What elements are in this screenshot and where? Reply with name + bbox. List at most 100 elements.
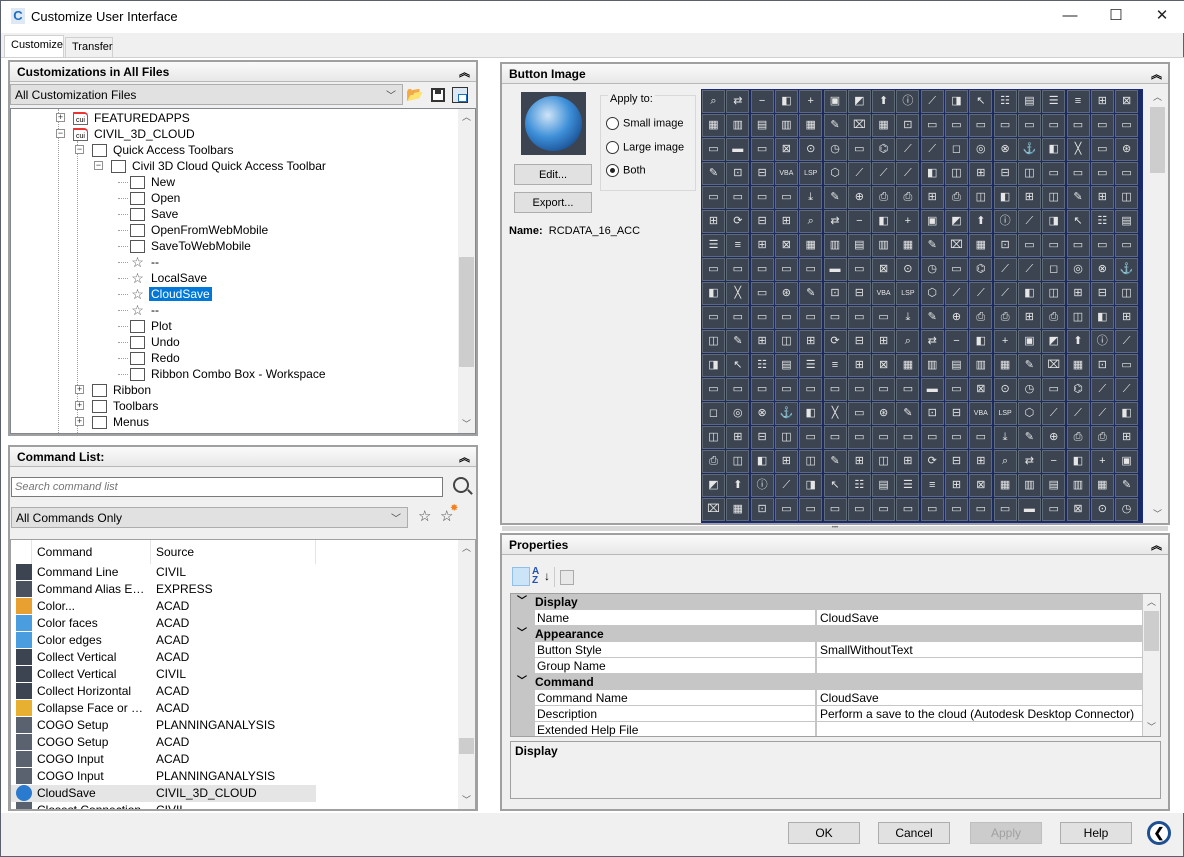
button-image-cell[interactable]: ⇄	[920, 330, 944, 353]
button-image-cell[interactable]: ▥	[872, 234, 896, 257]
button-image-cell[interactable]: ⊡	[1090, 354, 1114, 377]
edit-button[interactable]: Edit...	[514, 164, 592, 185]
collapse-icon[interactable]: ︽	[459, 449, 470, 465]
button-image-cell[interactable]: ▭	[1042, 498, 1066, 521]
button-image-cell[interactable]: ⊡	[920, 402, 944, 425]
button-image-cell[interactable]: ◫	[774, 426, 798, 449]
tree-item[interactable]: Menus	[92, 414, 151, 430]
button-image-cell[interactable]: ⎙	[1042, 306, 1066, 329]
button-image-cell[interactable]: ⊙	[993, 378, 1017, 401]
button-image-cell[interactable]: ◫	[969, 186, 993, 209]
button-image-cell[interactable]: ⊠	[872, 354, 896, 377]
tree-item[interactable]: SaveToWebMobile	[130, 238, 253, 254]
button-image-cell[interactable]: ▥	[726, 114, 750, 137]
property-row[interactable]: Extended Help File	[511, 722, 1142, 736]
button-image-cell[interactable]: ⊗	[993, 138, 1017, 161]
button-image-cell[interactable]: ⟋	[1042, 402, 1066, 425]
button-image-cell[interactable]: ⬡	[1017, 402, 1041, 425]
find-command-icon[interactable]: ☆	[418, 507, 431, 525]
apply-button[interactable]: Apply	[970, 822, 1042, 844]
button-image-cell[interactable]: ▭	[847, 498, 871, 521]
command-row[interactable]: COGO Input PLANNINGANALYSIS	[11, 768, 316, 785]
button-image-cell[interactable]: ◩	[1042, 330, 1066, 353]
button-image-cell[interactable]: ⊞	[774, 210, 798, 233]
button-image-cell[interactable]: ▭	[750, 306, 774, 329]
button-image-cell[interactable]: ⊙	[799, 138, 823, 161]
button-image-cell[interactable]: ▦	[726, 498, 750, 521]
tree-item[interactable]: Quick Access Toolbars	[92, 142, 236, 158]
collapse-icon[interactable]: ︽	[1151, 537, 1162, 553]
button-image-cell[interactable]: ✎	[823, 186, 847, 209]
export-button[interactable]: Export...	[514, 192, 592, 213]
button-image-cell[interactable]: ◧	[872, 210, 896, 233]
button-image-cell[interactable]: ▭	[847, 306, 871, 329]
button-image-cell[interactable]: ◨	[1042, 210, 1066, 233]
button-image-cell[interactable]: ▦	[1066, 354, 1090, 377]
command-filter-dropdown[interactable]: All Commands Only ﹀	[11, 507, 408, 528]
button-image-cell[interactable]: ⟋	[920, 90, 944, 113]
property-category[interactable]: ﹀ Appearance	[511, 626, 1142, 642]
button-image-cell[interactable]: ☰	[896, 474, 920, 497]
property-grid[interactable]: Extended Help File Description Perform a s…	[510, 593, 1161, 737]
button-image-cell[interactable]: ◨	[799, 474, 823, 497]
chevron-down-icon[interactable]: ﹀	[517, 674, 527, 690]
button-image-cell[interactable]: ⟋	[1115, 378, 1139, 401]
tree-item[interactable]: cui FEATUREDAPPS	[73, 110, 192, 126]
tree-item[interactable]: ☆ CloudSave	[130, 286, 212, 302]
button-image-cell[interactable]: ▤	[1115, 210, 1139, 233]
button-image-cell[interactable]: ▭	[993, 114, 1017, 137]
button-image-cell[interactable]: ⊙	[896, 258, 920, 281]
property-row[interactable]: Button Style SmallWithoutText	[511, 642, 1142, 658]
button-image-cell[interactable]: ⊞	[847, 354, 871, 377]
button-image-cell[interactable]: ▭	[1042, 234, 1066, 257]
button-image-cell[interactable]: ▣	[823, 90, 847, 113]
button-image-cell[interactable]: ◫	[702, 426, 725, 449]
button-image-cell[interactable]: ▭	[1017, 234, 1041, 257]
open-file-icon[interactable]: 📂	[406, 86, 424, 103]
button-image-cell[interactable]: ⚓	[1017, 138, 1041, 161]
button-image-cell[interactable]: ☷	[1090, 210, 1114, 233]
button-image-cell[interactable]: ▭	[1090, 162, 1114, 185]
button-image-cell[interactable]: ⊕	[847, 186, 871, 209]
tree-item[interactable]: cui CIVIL_3D_CLOUD	[73, 126, 197, 142]
button-image-cell[interactable]: ⊞	[945, 474, 968, 497]
tree-item[interactable]: Civil 3D Cloud Quick Access Toolbar	[111, 158, 328, 174]
button-image-cell[interactable]: ⊗	[1090, 258, 1114, 281]
button-image-cell[interactable]: ▤	[945, 354, 968, 377]
tree-item[interactable]: Undo	[130, 334, 182, 350]
button-image-cell[interactable]: ◧	[993, 186, 1017, 209]
button-image-cell[interactable]: ⎙	[969, 306, 993, 329]
button-image-cell[interactable]: ⊡	[896, 114, 920, 137]
button-image-cell[interactable]: ⎙	[702, 450, 725, 473]
property-value[interactable]: CloudSave	[817, 610, 1142, 625]
button-image-cell[interactable]: ☷	[750, 354, 774, 377]
button-image-cell[interactable]: ▣	[1017, 330, 1041, 353]
button-image-cell[interactable]: ▭	[945, 498, 968, 521]
button-image-cell[interactable]: ⊗	[750, 402, 774, 425]
button-image-cell[interactable]: ⤓	[896, 306, 920, 329]
button-image-cell[interactable]: ⟋	[969, 282, 993, 305]
command-row[interactable]: Color edges ACAD	[11, 632, 316, 649]
button-image-cell[interactable]: ⊞	[1115, 426, 1139, 449]
button-image-cell[interactable]: ◫	[774, 330, 798, 353]
button-image-cell[interactable]: ⤓	[799, 186, 823, 209]
button-image-cell[interactable]: ⟋	[945, 282, 968, 305]
button-image-cell[interactable]: LSP	[799, 162, 823, 185]
button-image-cell[interactable]: ⟋	[1090, 402, 1114, 425]
button-image-cell[interactable]: ▬	[1017, 498, 1041, 521]
button-image-cell[interactable]: ⌕	[896, 330, 920, 353]
button-image-cell[interactable]: ▥	[1017, 474, 1041, 497]
button-image-cell[interactable]: ◧	[920, 162, 944, 185]
button-image-cell[interactable]: ⌬	[969, 258, 993, 281]
button-image-cell[interactable]: ▭	[872, 426, 896, 449]
column-source[interactable]: Source	[156, 545, 194, 559]
button-image-cell[interactable]: ▦	[896, 354, 920, 377]
button-image-cell[interactable]: ▭	[799, 258, 823, 281]
button-image-cell[interactable]: ⬡	[920, 282, 944, 305]
button-image-cell[interactable]: ⟳	[726, 210, 750, 233]
button-image-cell[interactable]: ▭	[1115, 114, 1139, 137]
button-image-cell[interactable]: ⊞	[1115, 306, 1139, 329]
button-image-cell[interactable]: ⌧	[702, 498, 725, 521]
button-image-cell[interactable]: ⊞	[750, 330, 774, 353]
button-image-cell[interactable]: VBA	[774, 162, 798, 185]
